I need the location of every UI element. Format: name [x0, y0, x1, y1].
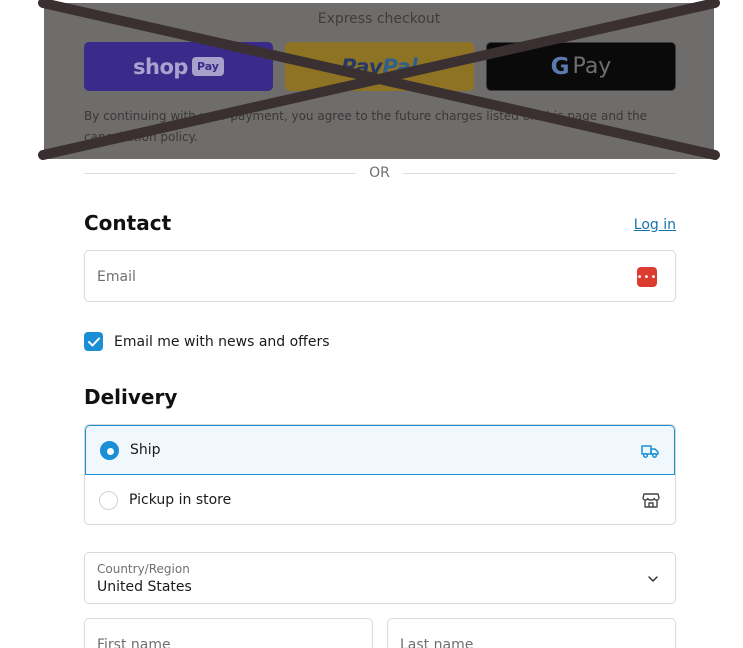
country-region-value: United States: [97, 579, 192, 595]
paypal-logo-part2: Pal: [382, 54, 418, 79]
newsletter-checkbox[interactable]: [84, 332, 103, 351]
country-region-label: Country/Region: [97, 562, 190, 576]
express-checkout-section: Express checkout shop Pay PayPal G Pay B…: [44, 3, 714, 159]
divider-line-right: [403, 173, 676, 174]
email-placeholder: Email: [97, 269, 136, 285]
truck-icon: [641, 445, 659, 459]
first-name-placeholder: First name: [97, 637, 171, 648]
shop-pay-button[interactable]: shop Pay: [84, 42, 273, 91]
ship-label: Ship: [130, 442, 161, 458]
express-checkout-terms: By continuing with your payment, you agr…: [84, 109, 648, 144]
newsletter-checkbox-row[interactable]: Email me with news and offers: [84, 332, 330, 351]
or-divider-text: OR: [369, 165, 390, 181]
delivery-heading: Delivery: [84, 385, 178, 409]
log-in-link[interactable]: Log in: [634, 217, 676, 233]
google-pay-button[interactable]: G Pay: [486, 42, 676, 91]
delivery-method-group: Ship Pickup in store: [84, 424, 676, 525]
delivery-option-ship[interactable]: Ship: [85, 425, 675, 475]
paypal-logo-part1: Pay: [341, 54, 383, 79]
last-name-placeholder: Last name: [400, 637, 474, 648]
country-region-select[interactable]: Country/Region United States: [84, 552, 676, 604]
first-name-field[interactable]: First name: [84, 618, 373, 648]
pickup-radio[interactable]: [99, 490, 118, 510]
google-pay-label: Pay: [572, 54, 612, 79]
divider-line-left: [84, 173, 356, 174]
checkmark-icon: [87, 337, 100, 346]
shop-pay-logo: shop: [133, 54, 188, 79]
store-icon: [642, 493, 660, 508]
password-manager-icon[interactable]: •••: [637, 267, 657, 287]
pickup-label: Pickup in store: [129, 492, 232, 508]
email-field[interactable]: Email •••: [84, 250, 676, 302]
paypal-button[interactable]: PayPal: [285, 42, 474, 91]
ship-radio[interactable]: [100, 440, 119, 460]
contact-heading: Contact: [84, 211, 172, 235]
google-g-icon: G: [550, 53, 570, 80]
shop-pay-chip: Pay: [191, 57, 224, 76]
newsletter-label: Email me with news and offers: [114, 333, 330, 350]
chevron-down-icon: [648, 576, 658, 582]
last-name-field[interactable]: Last name: [387, 618, 676, 648]
express-checkout-title: Express checkout: [317, 11, 441, 27]
delivery-option-pickup[interactable]: Pickup in store: [85, 475, 675, 524]
paypal-logo: PayPal: [341, 55, 418, 79]
